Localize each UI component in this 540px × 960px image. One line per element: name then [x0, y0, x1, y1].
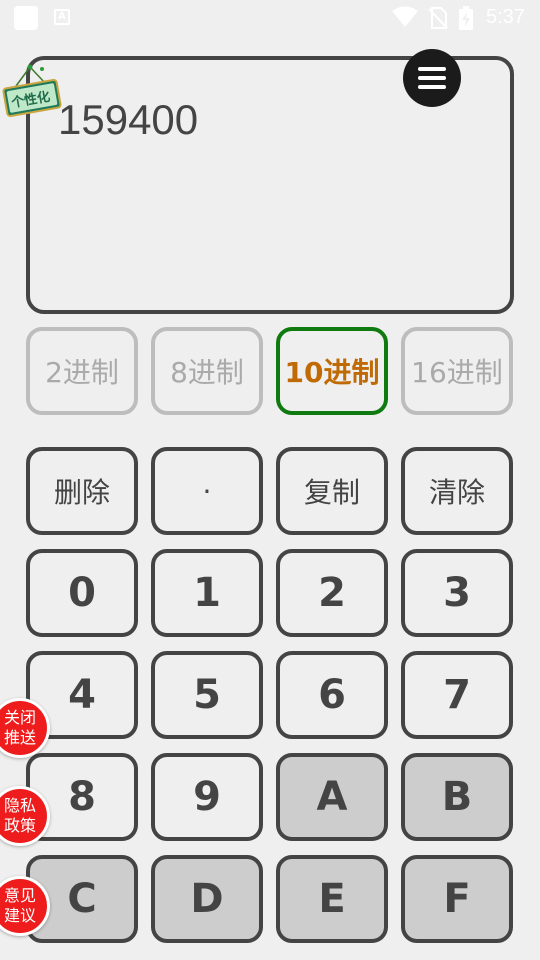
feedback-line1: 意见: [3, 886, 36, 905]
status-bar: A 5:37: [0, 0, 540, 36]
key-a[interactable]: A: [276, 753, 388, 841]
key-e[interactable]: E: [276, 855, 388, 943]
key-2[interactable]: 2: [276, 549, 388, 637]
tab-octal[interactable]: 8进制: [151, 327, 263, 415]
feedback-line2: 建议: [3, 906, 36, 925]
key-5[interactable]: 5: [151, 651, 263, 739]
key-3[interactable]: 3: [401, 549, 513, 637]
dot-button[interactable]: ·: [151, 447, 263, 535]
privacy-line1: 隐私: [3, 796, 36, 815]
tab-binary[interactable]: 2进制: [26, 327, 138, 415]
tab-decimal[interactable]: 10进制: [276, 327, 388, 415]
key-0[interactable]: 0: [26, 549, 138, 637]
clear-button[interactable]: 清除: [401, 447, 513, 535]
wifi-icon: [392, 6, 418, 27]
app-icon: [14, 6, 38, 30]
status-time: 5:37: [486, 6, 525, 28]
close-push-line2: 推送: [3, 728, 36, 747]
delete-button[interactable]: 删除: [26, 447, 138, 535]
close-push-line1: 关闭: [3, 708, 36, 727]
display-value: 159400: [58, 96, 199, 143]
personalize-badge[interactable]: 个性化: [2, 64, 62, 118]
privacy-line2: 政策: [3, 816, 36, 835]
key-d[interactable]: D: [151, 855, 263, 943]
key-1[interactable]: 1: [151, 549, 263, 637]
key-7[interactable]: 7: [401, 651, 513, 739]
tab-hexadecimal[interactable]: 16进制: [401, 327, 513, 415]
font-icon: A: [54, 9, 70, 25]
key-6[interactable]: 6: [276, 651, 388, 739]
key-9[interactable]: 9: [151, 753, 263, 841]
copy-button[interactable]: 复制: [276, 447, 388, 535]
key-b[interactable]: B: [401, 753, 513, 841]
battery-charging-icon: [459, 6, 473, 30]
key-f[interactable]: F: [401, 855, 513, 943]
menu-icon: [418, 67, 446, 89]
no-sim-icon: [428, 7, 448, 29]
menu-button[interactable]: [403, 49, 461, 107]
